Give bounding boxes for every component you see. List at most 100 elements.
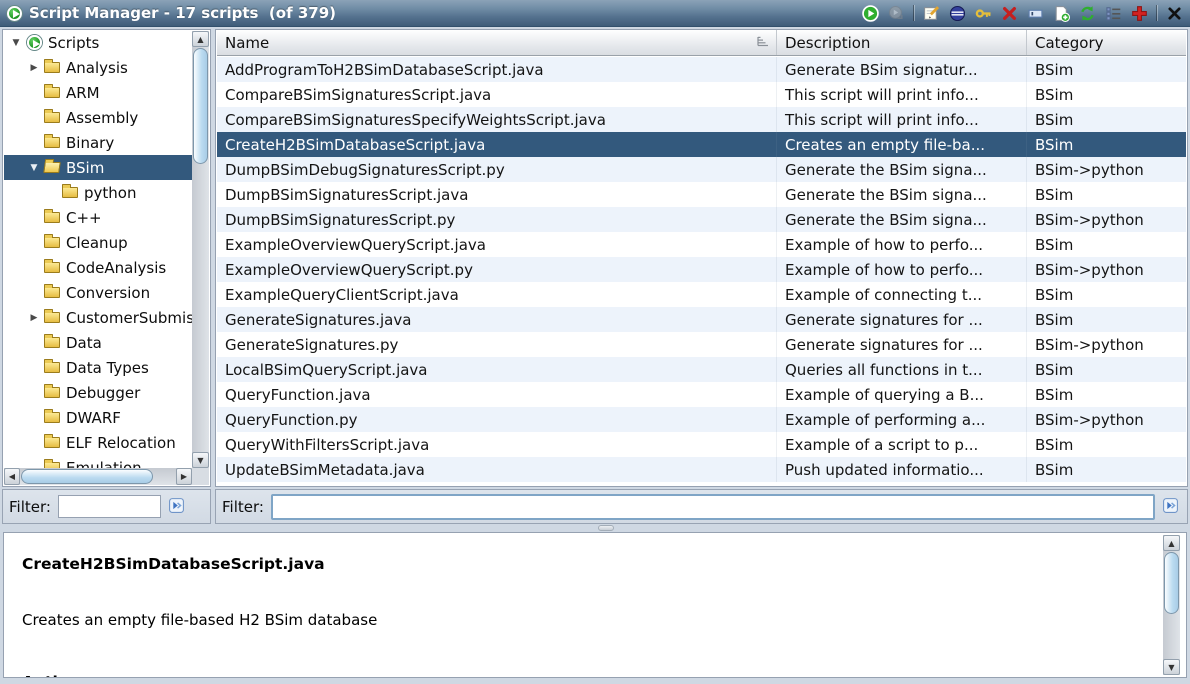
table-row[interactable]: GenerateSignatures.pyGenerate signatures… xyxy=(217,332,1186,357)
filter-gear-icon xyxy=(168,497,185,514)
script-directories-button[interactable] xyxy=(1104,4,1123,23)
edit-script-button[interactable] xyxy=(922,4,941,23)
collapse-arrow-icon[interactable]: ▼ xyxy=(8,38,24,48)
tree-item-data[interactable]: Data xyxy=(4,330,192,355)
script-manager-icon xyxy=(7,6,22,21)
table-row[interactable]: CreateH2BSimDatabaseScript.javaCreates a… xyxy=(217,132,1186,157)
tree-filter-input[interactable] xyxy=(58,495,161,518)
tree-item-label: CodeAnalysis xyxy=(66,259,166,277)
tree-horizontal-scrollbar[interactable]: ◀ ▶ xyxy=(4,468,192,485)
tree-item-label: Emulation xyxy=(66,459,142,469)
tree-item-conversion[interactable]: Conversion xyxy=(4,280,192,305)
filter-options-icon[interactable] xyxy=(168,497,187,516)
tree-item-python[interactable]: python xyxy=(4,180,192,205)
delete-x-icon xyxy=(1001,5,1018,22)
tree-item-binary[interactable]: Binary xyxy=(4,130,192,155)
tree-item-dwarf[interactable]: DWARF xyxy=(4,405,192,430)
table-row[interactable]: QueryFunction.pyExample of performing a.… xyxy=(217,407,1186,432)
horizontal-splitter[interactable] xyxy=(0,524,1190,532)
folder-icon xyxy=(44,362,60,373)
table-row[interactable]: AddProgramToH2BSimDatabaseScript.javaGen… xyxy=(217,57,1186,82)
tree-item-codeanalysis[interactable]: CodeAnalysis xyxy=(4,255,192,280)
name-cell: DumpBSimSignaturesScript.py xyxy=(217,207,777,232)
table-row[interactable]: QueryFunction.javaExample of querying a … xyxy=(217,382,1186,407)
table-row[interactable]: ExampleOverviewQueryScript.pyExample of … xyxy=(217,257,1186,282)
table-row[interactable]: ExampleQueryClientScript.javaExample of … xyxy=(217,282,1186,307)
splitter-handle[interactable] xyxy=(598,525,614,531)
description-cell: Example of how to perfo... xyxy=(777,232,1027,257)
scroll-up-arrow[interactable]: ▲ xyxy=(1163,535,1180,551)
folder-icon xyxy=(42,387,62,398)
category-cell: BSim xyxy=(1027,232,1186,257)
table-filter-input[interactable] xyxy=(271,494,1155,520)
tree-item-customersubmission[interactable]: ▶CustomerSubmission xyxy=(4,305,192,330)
column-header-category[interactable]: Category xyxy=(1027,30,1186,55)
description-cell: Generate the BSim signa... xyxy=(777,207,1027,232)
tree-item-cleanup[interactable]: Cleanup xyxy=(4,230,192,255)
scroll-left-arrow[interactable]: ◀ xyxy=(4,468,20,485)
refresh-scripts-button[interactable] xyxy=(1078,4,1097,23)
table-row[interactable]: CompareBSimSignaturesScript.javaThis scr… xyxy=(217,82,1186,107)
tree-item-emulation[interactable]: Emulation xyxy=(4,455,192,468)
table-filter-bar: Filter: xyxy=(215,489,1188,524)
tree-item-bsim[interactable]: ▼BSim xyxy=(4,155,192,180)
detail-vscroll-thumb[interactable] xyxy=(1164,552,1179,614)
description-cell: Creates an empty file-ba... xyxy=(777,132,1027,157)
new-script-button[interactable] xyxy=(1052,4,1071,23)
table-row[interactable]: DumpBSimDebugSignaturesScript.pyGenerate… xyxy=(217,157,1186,182)
table-row[interactable]: LocalBSimQueryScript.javaQueries all fun… xyxy=(217,357,1186,382)
name-cell: CompareBSimSignaturesSpecifyWeightsScrip… xyxy=(217,107,777,132)
tree-item-data-types[interactable]: Data Types xyxy=(4,355,192,380)
folder-icon xyxy=(44,237,60,248)
open-folder-icon xyxy=(43,162,61,173)
toolbar-separator xyxy=(1156,5,1158,21)
detail-vertical-scrollbar[interactable]: ▲ ▼ xyxy=(1163,535,1180,675)
table-row[interactable]: GenerateSignatures.javaGenerate signatur… xyxy=(217,307,1186,332)
table-row[interactable]: CompareBSimSignaturesSpecifyWeightsScrip… xyxy=(217,107,1186,132)
toolbar-separator xyxy=(913,5,915,21)
tree-item-elf-relocation[interactable]: ELF Relocation xyxy=(4,430,192,455)
table-row[interactable]: DumpBSimSignaturesScript.pyGenerate the … xyxy=(217,207,1186,232)
close-window-button[interactable] xyxy=(1165,4,1184,23)
category-cell: BSim xyxy=(1027,432,1186,457)
folder-icon xyxy=(44,337,60,348)
scroll-down-arrow[interactable]: ▼ xyxy=(192,452,209,468)
tree-item-label: Assembly xyxy=(66,109,138,127)
run-script-button[interactable] xyxy=(861,4,880,23)
tree-item-c-[interactable]: C++ xyxy=(4,205,192,230)
tree-item-scripts[interactable]: ▼Scripts xyxy=(4,30,192,55)
folder-icon xyxy=(42,437,62,448)
table-row[interactable]: ExampleOverviewQueryScript.javaExample o… xyxy=(217,232,1186,257)
tree-item-label: ELF Relocation xyxy=(66,434,176,452)
tree-filter-label: Filter: xyxy=(9,498,51,516)
scroll-up-arrow[interactable]: ▲ xyxy=(192,31,209,47)
column-header-description[interactable]: Description xyxy=(777,30,1027,55)
expand-arrow-icon[interactable]: ▶ xyxy=(26,313,42,323)
help-button[interactable] xyxy=(1130,4,1149,23)
category-cell: BSim->python xyxy=(1027,257,1186,282)
table-row[interactable]: UpdateBSimMetadata.javaPush updated info… xyxy=(217,457,1186,482)
table-row[interactable]: QueryWithFiltersScript.javaExample of a … xyxy=(217,432,1186,457)
tree-vscroll-thumb[interactable] xyxy=(193,48,208,164)
collapse-arrow-icon[interactable]: ▼ xyxy=(26,163,42,173)
column-header-name[interactable]: Name xyxy=(217,30,777,55)
delete-script-button[interactable] xyxy=(1000,4,1019,23)
folder-icon xyxy=(42,312,62,323)
scroll-down-arrow[interactable]: ▼ xyxy=(1163,659,1180,675)
tree-item-debugger[interactable]: Debugger xyxy=(4,380,192,405)
tree-item-arm[interactable]: ARM xyxy=(4,80,192,105)
filter-options-icon[interactable] xyxy=(1162,497,1181,516)
tree-hscroll-thumb[interactable] xyxy=(21,469,153,484)
tree-item-label: Debugger xyxy=(66,384,140,402)
expand-arrow-icon[interactable]: ▶ xyxy=(26,63,42,73)
key-binding-button[interactable] xyxy=(974,4,993,23)
category-cell: BSim xyxy=(1027,132,1186,157)
edit-in-eclipse-button[interactable] xyxy=(948,4,967,23)
tree-item-assembly[interactable]: Assembly xyxy=(4,105,192,130)
tree-item-analysis[interactable]: ▶Analysis xyxy=(4,55,192,80)
name-cell: GenerateSignatures.java xyxy=(217,307,777,332)
table-row[interactable]: DumpBSimSignaturesScript.javaGenerate th… xyxy=(217,182,1186,207)
tree-vertical-scrollbar[interactable]: ▲ ▼ xyxy=(192,31,209,468)
rename-script-button[interactable] xyxy=(1026,4,1045,23)
scroll-right-arrow[interactable]: ▶ xyxy=(176,468,192,485)
